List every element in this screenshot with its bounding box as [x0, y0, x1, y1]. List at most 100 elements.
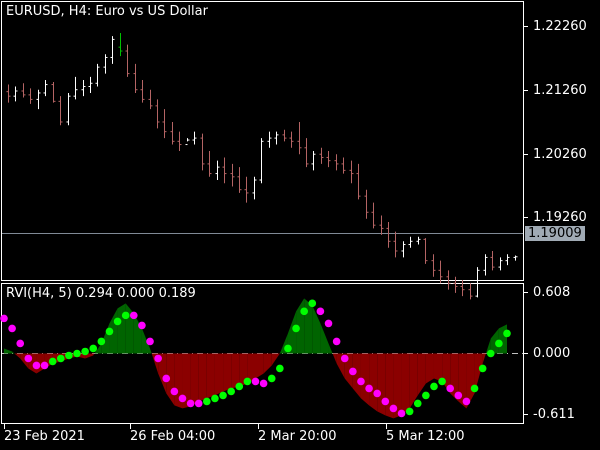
indicator-title: RVI(H4, 5) 0.294 0.000 0.189 [6, 286, 196, 301]
rvi-dot-rising [438, 377, 446, 386]
candle [304, 138, 309, 168]
candle [148, 89, 153, 110]
rvi-positive-fill [150, 348, 152, 354]
candle [453, 276, 458, 293]
candle [155, 99, 160, 129]
rvi-dot-rising [284, 344, 292, 353]
rvi-dot-rising [227, 387, 235, 396]
rvi-negative-fill [482, 353, 486, 364]
candle [6, 84, 11, 103]
candle [177, 131, 182, 151]
rvi-fill-area [4, 298, 507, 419]
rvi-negative-fill [214, 353, 224, 396]
candle [498, 257, 503, 271]
candle [103, 54, 108, 74]
rvi-dot-falling [389, 404, 398, 413]
candle [431, 254, 436, 277]
rvi-negative-fill [401, 353, 410, 416]
rvi-dot-falling [446, 384, 455, 393]
candle [21, 83, 26, 98]
rvi-positive-fill [133, 313, 142, 354]
rvi-positive-fill [320, 323, 329, 354]
rvi-negative-fill [198, 353, 207, 402]
candle [468, 283, 473, 300]
rvi-dot-falling [0, 314, 8, 323]
rvi-dot-rising [422, 391, 430, 400]
time-tick-label: 26 Feb 04:00 [130, 429, 216, 444]
rvi-negative-fill [93, 353, 95, 356]
rvi-dot-rising [413, 399, 422, 408]
rvi-dot-falling [454, 391, 463, 400]
rvi-dot-falling [373, 389, 381, 398]
price-tick-label: 1.21260 [533, 83, 587, 98]
rvi-dot-falling [146, 337, 154, 346]
rvi-dot-falling [178, 394, 187, 403]
rvi-negative-fill [190, 353, 199, 407]
chart-title: EURUSD, H4: Euro vs US Dollar [6, 4, 208, 19]
rvi-dot-falling [162, 374, 171, 383]
candle [252, 176, 257, 200]
candle [13, 86, 18, 102]
rvi-dot-falling [324, 319, 333, 328]
candle [416, 236, 421, 245]
rvi-dot-falling [154, 354, 162, 363]
rvi-dot-rising [81, 347, 89, 356]
candle [43, 80, 48, 97]
rvi-dot-falling [397, 409, 406, 418]
rvi-dot-falling [332, 337, 341, 346]
rvi-dot-falling [381, 397, 390, 406]
candle [423, 238, 428, 264]
candle [379, 215, 384, 235]
rvi-dot-rising [478, 364, 487, 373]
candle [401, 241, 406, 258]
rvi-dot-falling [138, 321, 146, 330]
candle [133, 63, 138, 93]
candle [319, 147, 324, 164]
rvi-dot-falling [8, 324, 16, 333]
rvi-negative-fill [255, 353, 264, 379]
rvi-negative-fill [417, 353, 426, 396]
rvi-dot-rising [121, 311, 130, 320]
rvi-dot-rising [203, 397, 211, 406]
candle [200, 133, 205, 171]
rvi-positive-fill [125, 303, 134, 354]
candle [326, 150, 331, 168]
price-tick-label: 1.19260 [533, 210, 587, 225]
rvi-negative-fill [223, 353, 232, 392]
rvi-dot-rising [276, 364, 284, 373]
candle [51, 81, 56, 103]
candle [386, 221, 391, 248]
rvi-negative-fill [14, 353, 21, 359]
rvi-dot-rising [113, 317, 122, 326]
candle [118, 32, 123, 57]
rvi-dot-rising [219, 391, 227, 400]
rvi-dot-rising [503, 329, 511, 338]
rvi-dot-rising [495, 339, 503, 348]
candle [36, 89, 41, 110]
rvi-negative-fill [352, 353, 361, 399]
rvi-dot-rising [211, 394, 219, 403]
rvi-dot-falling [340, 354, 349, 363]
candle [274, 131, 279, 145]
rvi-negative-fill [425, 353, 434, 384]
current-price-badge: 1.19009 [525, 226, 585, 241]
candle [505, 254, 510, 266]
candle [438, 260, 443, 284]
candle [185, 138, 190, 146]
candle [356, 163, 361, 200]
chart-canvas[interactable] [0, 0, 600, 450]
rvi-dot-rising [89, 344, 98, 353]
rvi-positive-fill [4, 348, 13, 354]
rvi-dot-rising [292, 324, 300, 333]
rvi-tick-label: 0.000 [533, 346, 571, 361]
candle [244, 176, 249, 203]
candle [170, 121, 175, 145]
rvi-dot-falling [349, 367, 357, 376]
rvi-tick-label: 0.608 [533, 285, 571, 300]
candle [66, 92, 71, 126]
rvi-dot-rising [405, 407, 414, 416]
candle [215, 160, 220, 181]
rvi-dot-rising [300, 307, 308, 316]
rvi-positive-fill [117, 303, 126, 354]
candle [222, 157, 227, 184]
